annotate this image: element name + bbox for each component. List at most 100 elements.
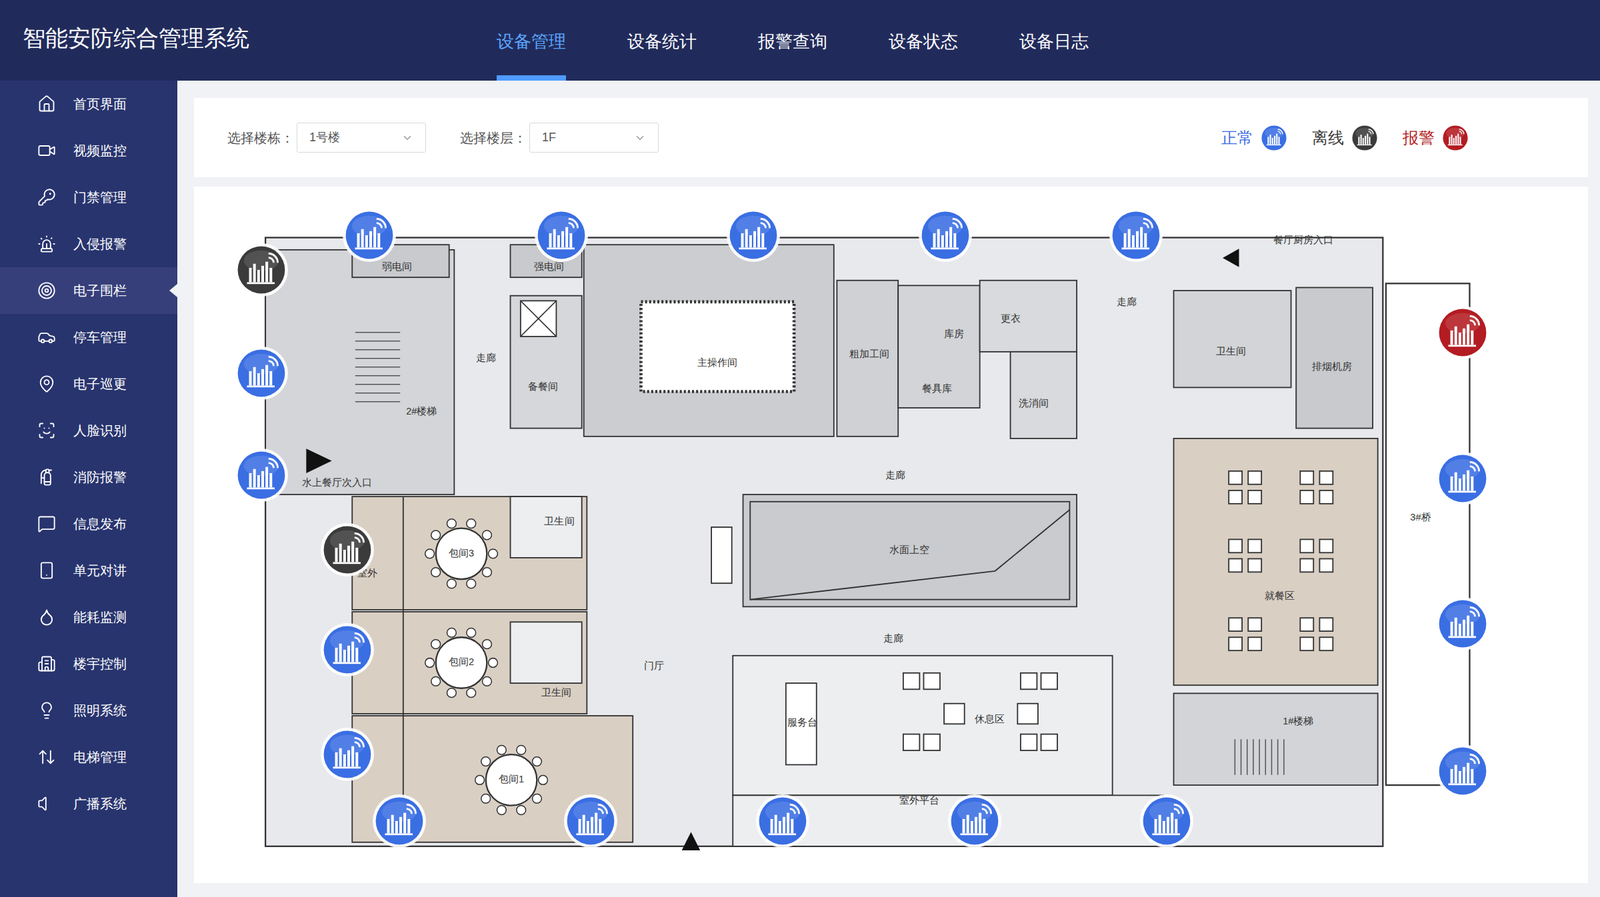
device-pin[interactable] <box>234 346 288 400</box>
app: 智能安防综合管理系统设备管理设备统计报警查询设备状态设备日志首页界面视频监控门禁… <box>0 0 1600 897</box>
device-pin[interactable] <box>320 523 374 577</box>
room-label: 包间2 <box>448 656 474 668</box>
room-label: 走廊 <box>476 352 496 364</box>
sensor-icon <box>1436 306 1490 360</box>
sidebar-item[interactable]: 广播系统 <box>0 780 178 828</box>
sidebar-item[interactable]: 电子巡更 <box>0 360 178 408</box>
top-tab[interactable]: 报警查询 <box>758 0 828 81</box>
device-pin[interactable] <box>320 728 374 782</box>
filter-label: 选择楼层： <box>460 128 527 148</box>
room-label: 卫生间 <box>541 687 572 698</box>
room-label: 主操作间 <box>697 357 738 368</box>
sidebar-item[interactable]: 入侵报警 <box>0 220 178 268</box>
sidebar-item[interactable]: 电子围栏 <box>0 267 178 314</box>
menu-icon <box>37 328 56 347</box>
sensor-icon <box>564 794 618 848</box>
filter-bar: 选择楼栋：1号楼 选择楼层：1F 正常离线报警 <box>194 98 1588 178</box>
device-pin[interactable] <box>1109 208 1163 262</box>
menu-icon <box>37 514 56 534</box>
top-tab[interactable]: 设备状态 <box>888 0 958 81</box>
top-tab[interactable]: 设备日志 <box>1019 0 1089 81</box>
chevron-down-icon <box>401 132 414 144</box>
device-pin[interactable] <box>756 794 810 848</box>
top-tabs: 设备管理设备统计报警查询设备状态设备日志 <box>496 0 1089 81</box>
menu-icon <box>37 654 56 674</box>
device-pin[interactable] <box>234 448 288 502</box>
top-tab[interactable]: 设备管理 <box>496 0 566 81</box>
menu-icon <box>37 141 56 160</box>
device-pin[interactable] <box>372 794 426 848</box>
sensor-icon <box>234 243 288 297</box>
sidebar-item[interactable]: 门禁管理 <box>0 174 178 221</box>
device-icon <box>1260 124 1288 152</box>
room-label: 卫生间 <box>544 516 575 527</box>
sensor-icon <box>234 346 288 400</box>
room-label: 休息区 <box>974 714 1005 725</box>
legend-item: 正常 <box>1221 124 1288 152</box>
device-pin[interactable] <box>234 243 288 297</box>
sidebar-item[interactable]: 消防报警 <box>0 454 178 501</box>
menu-icon <box>37 794 56 814</box>
top-tab[interactable]: 设备统计 <box>627 0 697 81</box>
app-title: 智能安防综合管理系统 <box>0 0 497 81</box>
device-pin[interactable] <box>320 623 374 677</box>
sidebar-item[interactable]: 照明系统 <box>0 687 178 734</box>
device-pin[interactable] <box>948 794 1002 848</box>
sidebar-item[interactable]: 信息发布 <box>0 500 178 548</box>
sensor-icon <box>320 523 374 577</box>
sidebar-item[interactable]: 能耗监测 <box>0 594 178 641</box>
device-pin[interactable] <box>1436 306 1490 360</box>
sensor-icon <box>342 208 396 262</box>
device-pin[interactable] <box>1436 597 1490 651</box>
filter-label: 选择楼栋： <box>227 128 294 148</box>
menu-icon <box>37 608 56 627</box>
menu-icon <box>37 188 56 207</box>
menu-icon <box>37 374 56 394</box>
device-icon <box>1441 124 1470 152</box>
menu-icon <box>37 234 56 254</box>
sensor-icon <box>1436 744 1490 798</box>
floor-plan: 弱电间强电间主操作间走廊备餐间2#楼梯水上餐厅次入口粗加工间库房更衣餐具库洗消间… <box>194 186 1588 884</box>
device-pin[interactable] <box>342 208 396 262</box>
map-panel: 弱电间强电间主操作间走廊备餐间2#楼梯水上餐厅次入口粗加工间库房更衣餐具库洗消间… <box>194 186 1588 884</box>
room-label: 洗消间 <box>1018 398 1049 409</box>
device-pin[interactable] <box>726 208 780 262</box>
menu-icon <box>37 748 56 767</box>
sensor-icon <box>1436 597 1490 651</box>
sensor-icon <box>320 623 374 677</box>
device-pin[interactable] <box>1436 452 1490 506</box>
room-label: 粗加工间 <box>849 348 890 360</box>
sidebar-item[interactable]: 人脸识别 <box>0 407 178 454</box>
room-label: 水上餐厅次入口 <box>302 477 372 488</box>
sensor-icon <box>372 794 426 848</box>
filter-select[interactable]: 1F <box>529 122 659 153</box>
room-label: 3#桥 <box>1410 512 1431 523</box>
room-label: 水面上空 <box>889 544 930 556</box>
sidebar-item[interactable]: 单元对讲 <box>0 547 178 594</box>
sidebar-item[interactable]: 视频监控 <box>0 127 178 174</box>
sidebar-item[interactable]: 电梯管理 <box>0 734 178 781</box>
sensor-icon <box>320 728 374 782</box>
sidebar-item[interactable]: 首页界面 <box>0 80 178 128</box>
sidebar-item[interactable]: 停车管理 <box>0 314 178 361</box>
legend-item: 报警 <box>1402 124 1470 152</box>
sidebar: 首页界面视频监控门禁管理入侵报警电子围栏停车管理电子巡更人脸识别消防报警信息发布… <box>0 80 178 897</box>
device-pin[interactable] <box>918 208 972 262</box>
filter-select[interactable]: 1号楼 <box>296 122 426 153</box>
room-label: 包间1 <box>498 774 524 785</box>
room-label: 备餐间 <box>528 381 558 392</box>
device-icon <box>1350 124 1379 152</box>
sensor-icon <box>1436 452 1490 506</box>
status-legend: 正常离线报警 <box>1221 124 1470 152</box>
room-label: 1#楼梯 <box>1282 716 1314 727</box>
menu-icon <box>37 94 56 114</box>
menu-icon <box>37 701 56 720</box>
sensor-icon <box>948 794 1002 848</box>
device-pin[interactable] <box>534 208 588 262</box>
device-pin[interactable] <box>564 794 618 848</box>
device-pin[interactable] <box>1436 744 1490 798</box>
room-label: 走廊 <box>1116 296 1137 308</box>
main-content: 选择楼栋：1号楼选择楼层：1F正常离线报警弱电间强电间主操作间走廊备餐间2#楼梯… <box>177 80 1600 897</box>
device-pin[interactable] <box>1140 794 1194 848</box>
sidebar-item[interactable]: 楼宇控制 <box>0 640 178 688</box>
